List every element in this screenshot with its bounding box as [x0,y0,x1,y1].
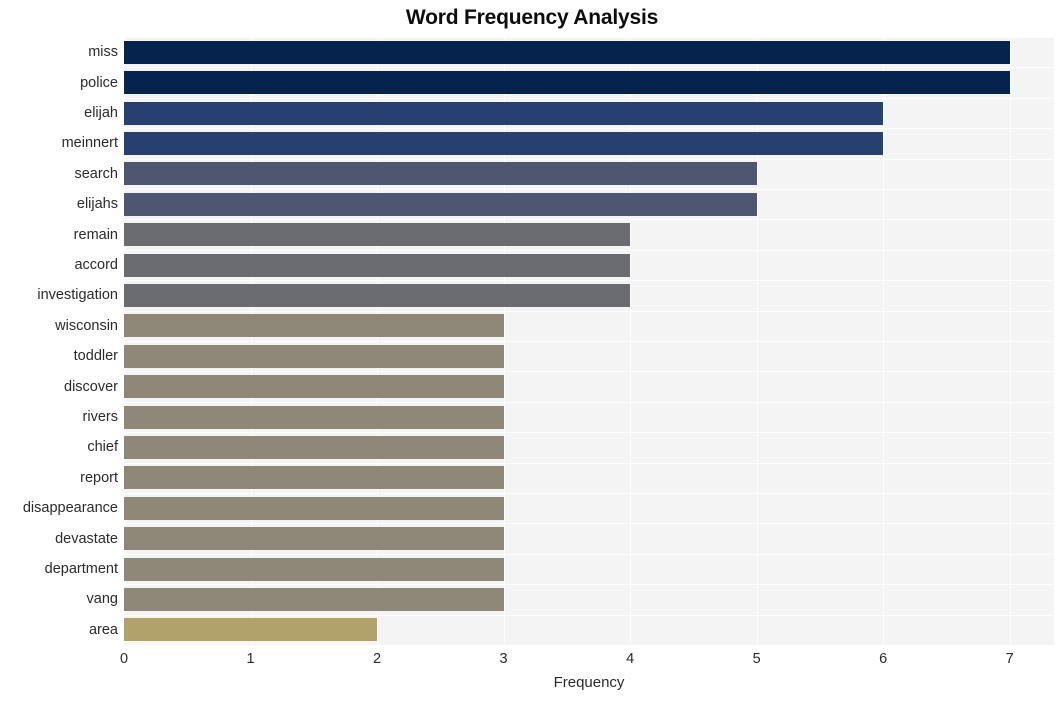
gridline-horizontal [124,219,1054,220]
gridline-horizontal [124,37,1054,38]
gridline-horizontal [124,432,1054,433]
gridline-horizontal [124,523,1054,524]
bar [124,283,631,307]
gridline-horizontal [124,554,1054,555]
y-tick-label: accord [74,257,118,273]
gridline-horizontal [124,128,1054,129]
chart-figure: Word Frequency Analysis miss police elijah… [0,0,1064,701]
y-tick-label: remain [73,226,118,243]
gridline-horizontal [124,250,1054,251]
gridline-horizontal [124,189,1054,190]
bar [124,314,504,338]
bar [124,527,504,551]
y-tick-label: police [80,74,118,91]
gridline-horizontal [124,280,1054,281]
y-tick-label: investigation [37,287,118,304]
y-tick-label: meinnert [61,135,118,152]
plot-area [124,37,1054,645]
gridline-horizontal [124,159,1054,160]
x-tick-label: 4 [626,651,635,667]
y-tick-label: miss [88,44,118,61]
bar [124,375,504,399]
bar [124,466,504,490]
y-tick-label: devastate [55,530,118,547]
y-tick-label: chief [87,439,118,456]
gridline-horizontal [124,371,1054,372]
gridline-horizontal [124,493,1054,494]
y-tick-label: search [74,165,118,182]
y-tick-label: elijahs [76,196,118,213]
x-tick-label: 5 [752,651,761,667]
gridline-horizontal [124,98,1054,99]
bar [124,40,1010,64]
gridline-horizontal [124,463,1054,464]
bar [124,344,504,368]
x-tick-label: 1 [246,651,255,667]
gridline-horizontal [124,311,1054,312]
bar [124,253,631,277]
bar [124,71,1010,95]
bar [124,405,504,429]
x-tick-label: 6 [879,651,888,667]
bar [124,101,884,125]
bar [124,618,378,642]
y-axis-tick-labels: miss police elijah meinnert search elijahs rem… [0,37,118,645]
y-tick-label: discover [64,378,118,395]
y-tick-label: department [44,561,118,577]
x-tick-label: 2 [373,651,382,667]
gridline-horizontal [124,67,1054,68]
x-tick-label: 0 [119,651,129,667]
y-tick-label: rivers [82,409,118,425]
y-tick-label: elijah [84,105,118,121]
x-tick-label: 7 [1005,651,1014,667]
y-tick-label: wisconsin [55,317,118,334]
bar [124,162,757,186]
bar [124,435,504,459]
y-tick-label: toddler [73,348,118,365]
x-tick-label: 3 [499,651,508,667]
gridline-horizontal [124,584,1054,585]
y-tick-label: disappearance [22,500,118,517]
gridline-horizontal [124,341,1054,342]
y-tick-label: area [88,621,118,638]
bar [124,131,884,155]
bar [124,587,504,611]
gridline-horizontal [124,402,1054,403]
y-tick-label: vang [86,591,118,608]
bar [124,557,504,581]
bar [124,223,631,247]
chart-title: Word Frequency Analysis [405,6,659,29]
bar [124,496,504,520]
y-tick-label: report [80,469,118,486]
x-axis-tick-labels: 0 1 2 3 4 5 6 7 [0,645,1064,675]
gridline-horizontal [124,615,1054,616]
x-axis-label: Frequency [553,674,625,691]
bar [124,192,757,216]
